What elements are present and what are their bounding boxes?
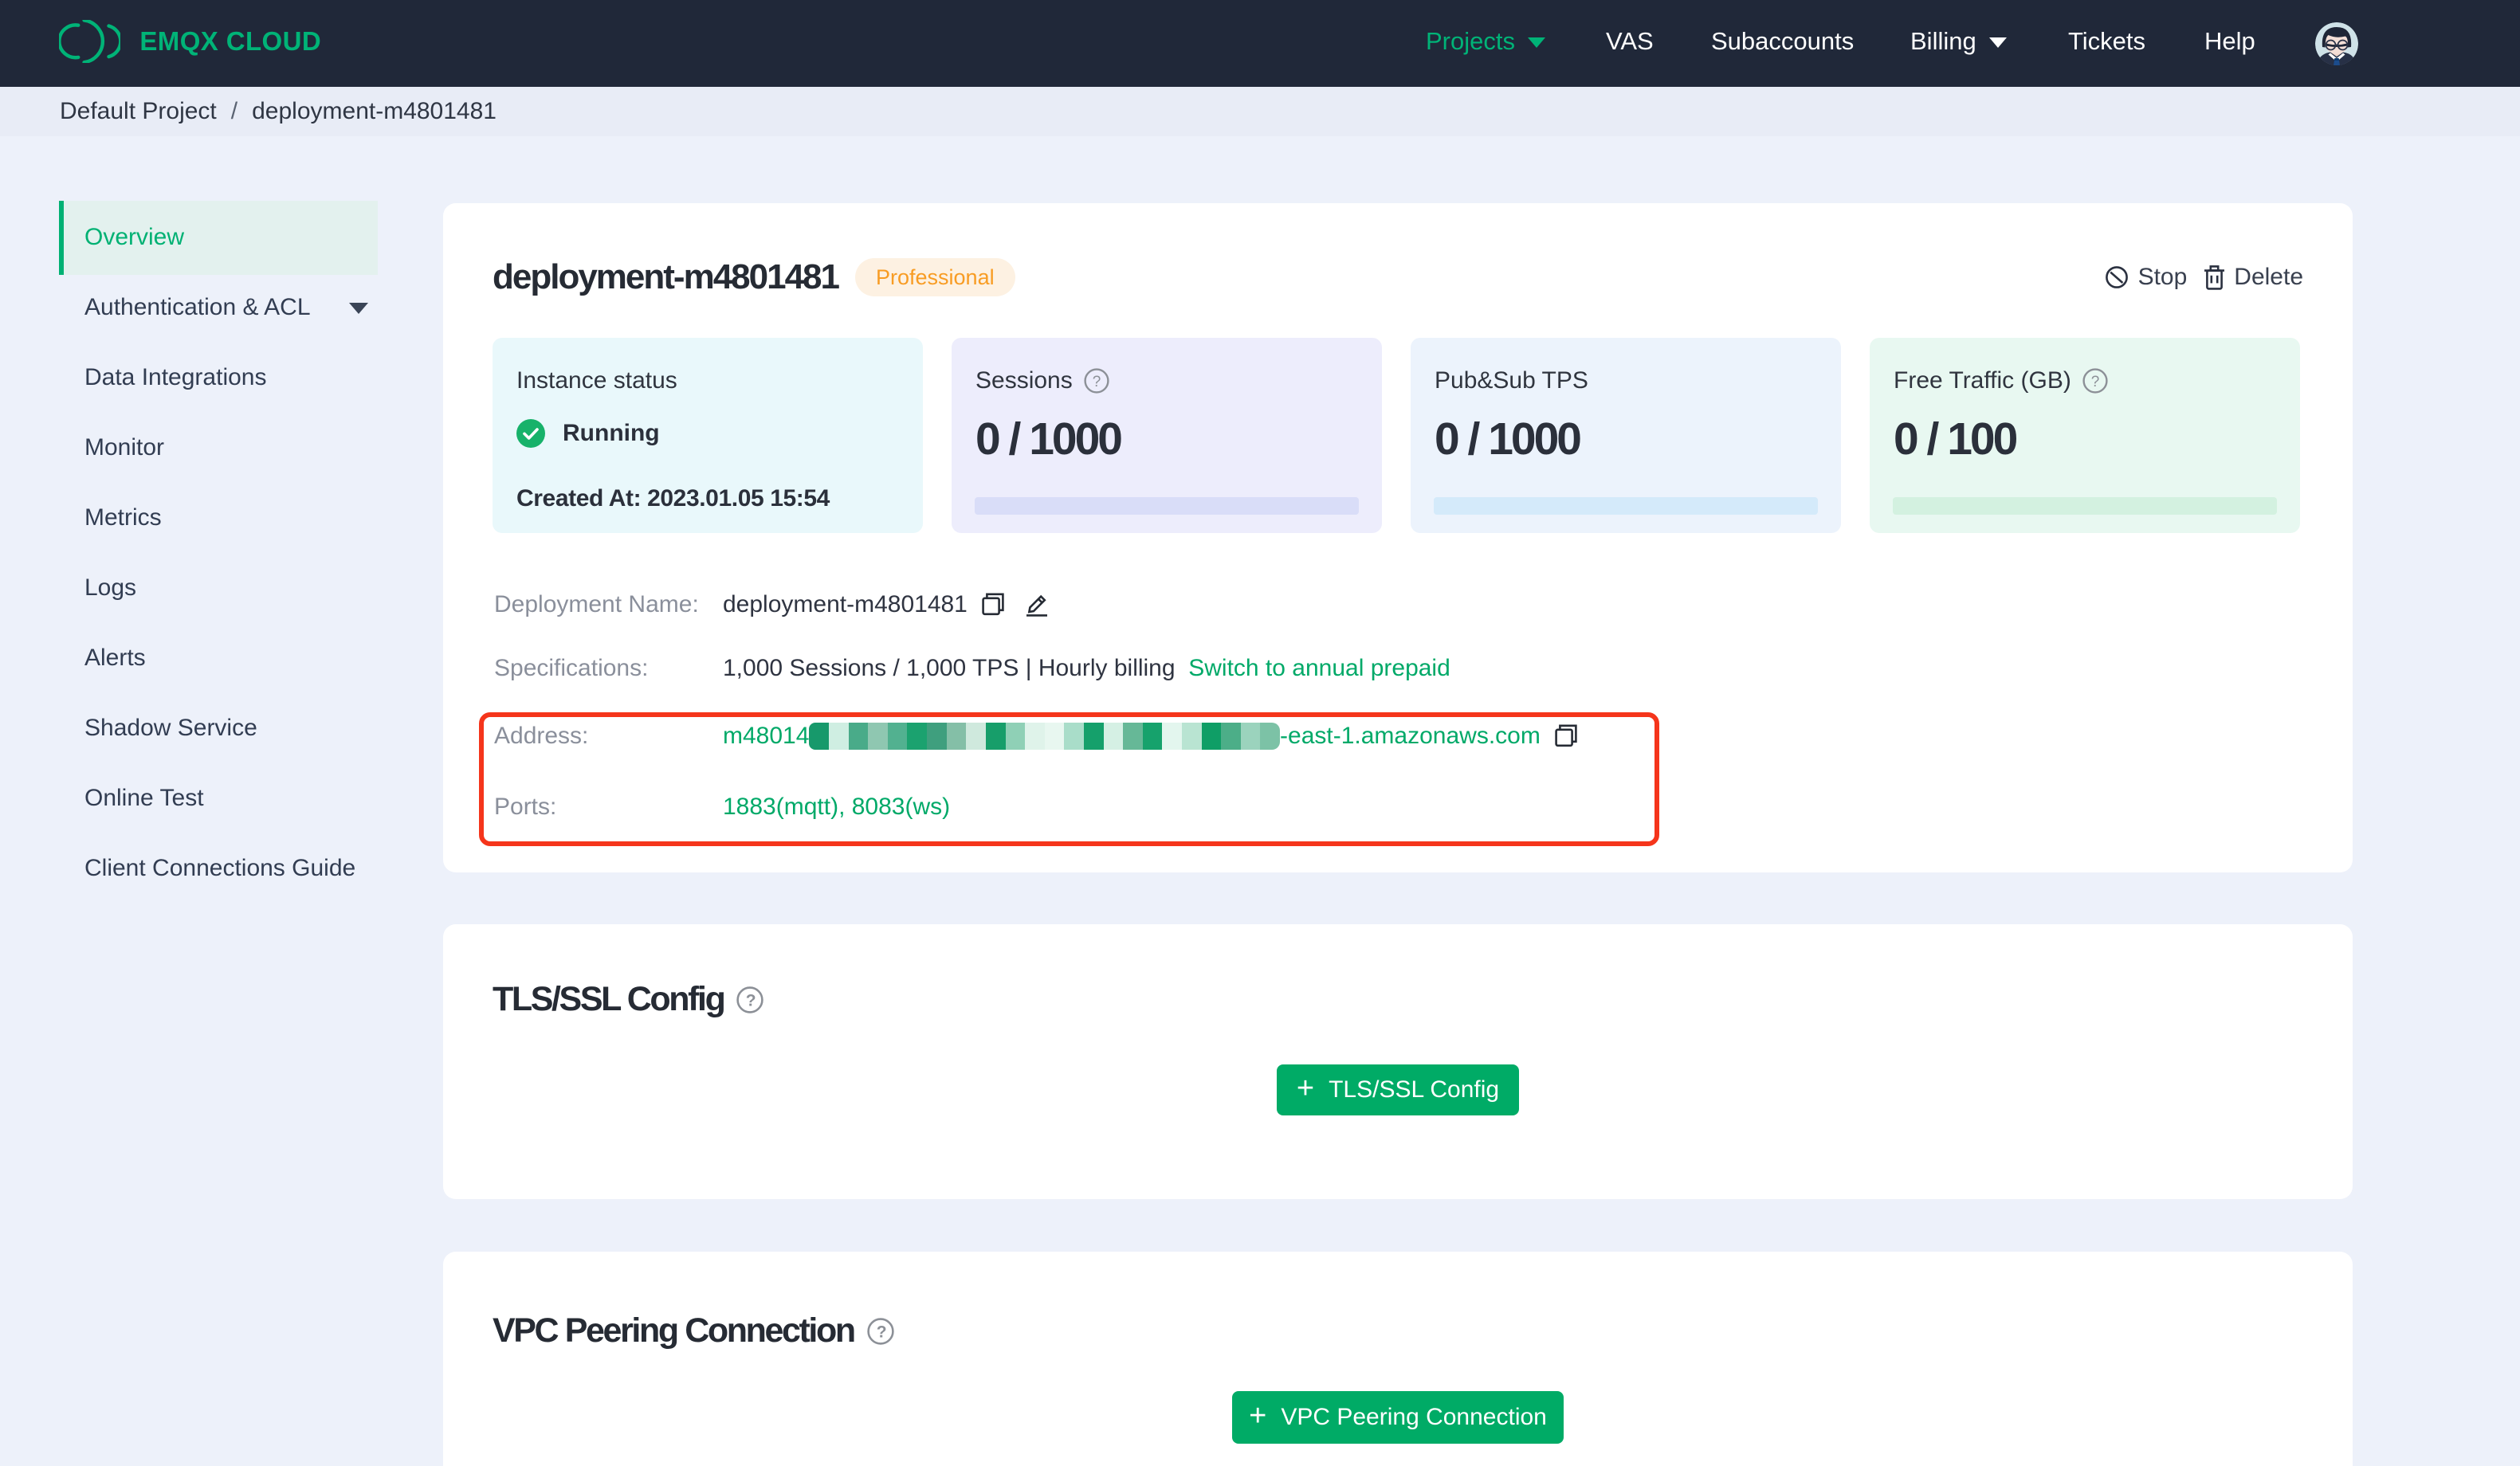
svg-text:?: ? (1092, 374, 1101, 390)
svg-text:?: ? (746, 991, 756, 1009)
svg-text:?: ? (877, 1323, 886, 1341)
svg-text:?: ? (2091, 374, 2100, 390)
